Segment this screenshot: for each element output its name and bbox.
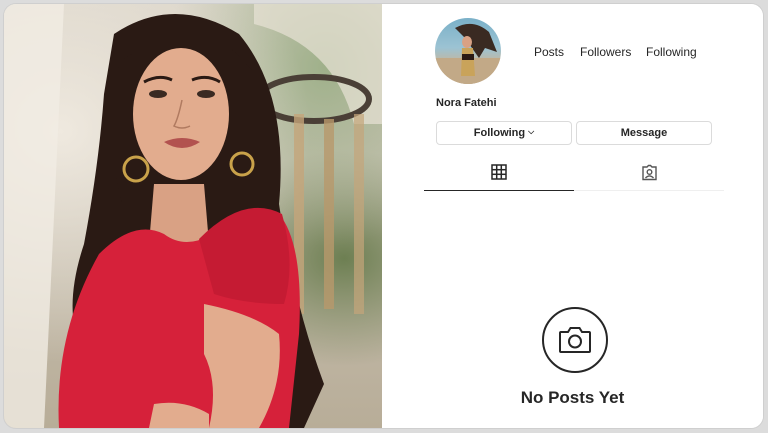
message-button-label: Message (620, 127, 668, 139)
portrait-illustration (4, 4, 382, 428)
following-button[interactable]: Following ⌵ (436, 121, 572, 145)
following-button-label: Following (473, 127, 526, 139)
message-button[interactable]: Message (576, 121, 712, 145)
empty-state-camera (542, 307, 608, 373)
stat-posts[interactable]: Posts (534, 45, 564, 59)
tagged-icon (641, 164, 657, 180)
profile-name: Nora Fatehi (436, 97, 497, 109)
chevron-down-icon: ⌵ (528, 127, 535, 136)
profile-tabs (424, 154, 724, 191)
empty-state-title: No Posts Yet (520, 388, 625, 407)
avatar[interactable] (435, 18, 501, 84)
tab-posts-grid[interactable] (424, 154, 574, 191)
hero-photo (4, 4, 382, 428)
stat-following[interactable]: Following (646, 45, 697, 59)
avatar-image (435, 23, 501, 84)
stat-followers[interactable]: Followers (580, 45, 631, 59)
profile-panel: Posts Followers Following Nora Fatehi Fo… (382, 4, 763, 428)
tab-tagged[interactable] (574, 154, 724, 190)
grid-icon (491, 164, 507, 180)
camera-icon (559, 327, 591, 353)
app-window: Posts Followers Following Nora Fatehi Fo… (4, 4, 763, 428)
